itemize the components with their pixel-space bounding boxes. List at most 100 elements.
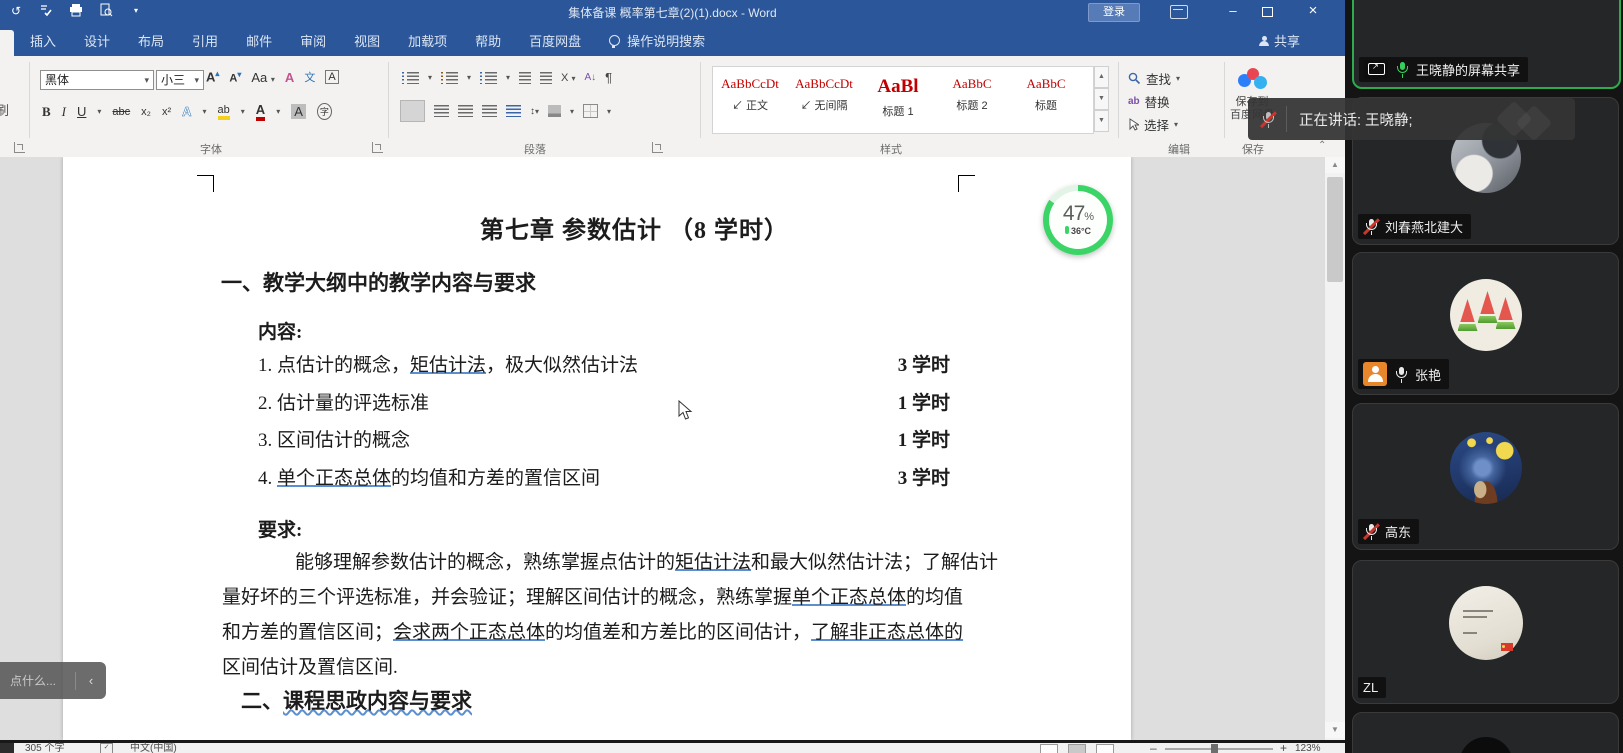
decrease-indent-icon[interactable] xyxy=(519,72,531,84)
word-count[interactable]: 305 个字 xyxy=(25,743,64,753)
borders-button[interactable] xyxy=(583,104,598,118)
numbered-list-icon[interactable] xyxy=(441,72,458,84)
web-layout-icon[interactable] xyxy=(1096,744,1114,753)
scroll-down-icon[interactable]: ▼ xyxy=(1325,722,1345,738)
login-button[interactable]: 登录 xyxy=(1088,3,1140,22)
zoom-slider-thumb[interactable] xyxy=(1211,744,1218,753)
distribute-button[interactable] xyxy=(506,105,521,117)
tab-baidu-pan[interactable]: 百度网盘 xyxy=(529,31,581,50)
grow-font-button[interactable]: A▴ xyxy=(206,69,219,84)
maximize-button[interactable] xyxy=(1252,0,1286,24)
styles-gallery-scroll[interactable]: ▲ ▼ ▼ xyxy=(1094,66,1109,132)
participant-tile-gao[interactable]: 高东 xyxy=(1352,403,1619,550)
tab-addins[interactable]: 加载项 xyxy=(408,31,447,50)
participant-tile-partial[interactable] xyxy=(1352,712,1619,753)
ribbon-display-options-icon[interactable] xyxy=(1170,5,1188,19)
sort-button[interactable]: A↓ xyxy=(584,72,596,83)
participant-tile-wang[interactable]: 王晓静的屏幕共享 xyxy=(1352,0,1621,89)
zoom-percentage[interactable]: 123% xyxy=(1295,743,1321,753)
tell-me-search[interactable]: 操作说明搜索 xyxy=(609,31,705,50)
document-area[interactable]: 第七章 参数估计 （8 学时） 一、教学大纲中的教学内容与要求 内容: 1. 点… xyxy=(0,157,1324,740)
tab-view[interactable]: 视图 xyxy=(354,31,380,50)
chevron-down-icon[interactable]: ▾ xyxy=(97,107,101,116)
participant-tile-zhang[interactable]: 张艳 xyxy=(1352,252,1619,395)
tab-layout[interactable]: 布局 xyxy=(138,31,164,50)
print-layout-icon[interactable] xyxy=(1068,744,1086,753)
asian-layout-button[interactable]: X ▾ xyxy=(561,72,575,84)
styles-down-icon[interactable]: ▼ xyxy=(1094,88,1109,110)
tab-review[interactable]: 审阅 xyxy=(300,31,326,50)
font-dialog-launcher-icon[interactable] xyxy=(372,142,383,153)
style-entry[interactable]: AaBl标题 1 xyxy=(861,67,935,133)
language-status[interactable]: 中文(中国) xyxy=(130,743,177,753)
multilevel-list-icon[interactable] xyxy=(480,72,497,84)
font-name-combo[interactable]: 黑体▾ xyxy=(40,70,154,90)
paragraph-dialog-launcher-icon[interactable] xyxy=(652,142,663,153)
font-size-combo[interactable]: 小三▾ xyxy=(156,70,204,90)
align-center-button[interactable] xyxy=(434,105,449,117)
phonetic-guide-button[interactable]: 文 xyxy=(304,69,315,85)
italic-button[interactable]: I xyxy=(62,104,66,120)
zoom-slider[interactable] xyxy=(1165,748,1273,750)
tab-design[interactable]: 设计 xyxy=(84,31,110,50)
shrink-font-button[interactable]: A▾ xyxy=(229,70,241,85)
format-painter-partial[interactable]: 刷 xyxy=(0,100,9,119)
replace-button[interactable]: ab 替换 xyxy=(1128,92,1170,111)
character-border-button[interactable]: A xyxy=(325,70,338,84)
select-button[interactable]: 选择▾ xyxy=(1128,115,1178,134)
styles-up-icon[interactable]: ▲ xyxy=(1094,66,1109,88)
bold-button[interactable]: B xyxy=(42,104,51,120)
tab-insert[interactable]: 插入 xyxy=(30,31,56,50)
collapse-chat-button[interactable]: ‹ xyxy=(76,673,106,688)
text-effects-button[interactable]: A xyxy=(182,104,191,119)
style-entry[interactable]: AaBbC标题 xyxy=(1009,67,1083,133)
zoom-in-button[interactable]: + xyxy=(1280,743,1287,753)
style-entry[interactable]: AaBbCcDt↙ 无间隔 xyxy=(787,67,861,133)
strikethrough-button[interactable]: abc xyxy=(112,106,130,118)
change-case-button[interactable]: Aa ▾ xyxy=(251,70,275,85)
requirements-line: 量好坏的三个评选标准，并会验证；理解区间估计的概念，熟练掌握单个正态总体的均值 xyxy=(222,580,958,615)
shading-button[interactable] xyxy=(548,105,561,117)
increase-indent-icon[interactable] xyxy=(540,72,552,84)
proofing-status-icon[interactable]: ✓ xyxy=(100,743,113,753)
bullet-list-icon[interactable] xyxy=(402,72,419,84)
minimize-button[interactable]: – xyxy=(1216,0,1250,24)
style-entry[interactable]: AaBbC标题 2 xyxy=(935,67,1009,133)
baidu-pan-icon[interactable] xyxy=(1238,68,1268,92)
clear-formatting-button[interactable]: A xyxy=(285,70,294,85)
subscript-button[interactable]: x₂ xyxy=(141,106,151,118)
tab-help[interactable]: 帮助 xyxy=(475,31,501,50)
tab-home-active-partial[interactable] xyxy=(0,30,14,56)
mic-on-icon xyxy=(1394,61,1410,78)
style-entry[interactable]: AaBbCcDt↙ 正文 xyxy=(713,67,787,133)
scroll-up-icon[interactable]: ▲ xyxy=(1325,157,1345,173)
collapse-ribbon-icon[interactable]: ⌃ xyxy=(1318,140,1326,151)
clipboard-dialog-launcher-icon[interactable] xyxy=(14,142,25,153)
highlight-color-button[interactable]: ab xyxy=(218,104,230,120)
enclose-characters-button[interactable]: 字 xyxy=(317,103,332,120)
close-button[interactable]: × xyxy=(1296,0,1330,24)
justify-button[interactable] xyxy=(482,105,497,117)
tab-references[interactable]: 引用 xyxy=(192,31,218,50)
vertical-scrollbar[interactable]: ▲ ▼ xyxy=(1324,157,1345,740)
superscript-button[interactable]: x² xyxy=(162,106,171,118)
show-marks-button[interactable]: ¶ xyxy=(605,70,612,85)
document-page[interactable]: 第七章 参数估计 （8 学时） 一、教学大纲中的教学内容与要求 内容: 1. 点… xyxy=(63,157,1131,740)
line-spacing-button[interactable]: ↕▾ xyxy=(530,106,539,117)
chat-placeholder[interactable]: 点什么... xyxy=(0,672,75,689)
chat-input-overlay[interactable]: 点什么... ‹ xyxy=(0,662,106,699)
zoom-out-button[interactable]: – xyxy=(1150,743,1157,753)
tab-mailings[interactable]: 邮件 xyxy=(246,31,272,50)
find-button[interactable]: 查找▾ xyxy=(1128,69,1180,88)
underline-button[interactable]: U xyxy=(77,104,86,119)
scrollbar-thumb[interactable] xyxy=(1327,177,1343,282)
status-corner-icon[interactable] xyxy=(0,743,14,753)
participant-tile-zl[interactable]: ZL xyxy=(1352,560,1619,704)
align-left-button[interactable] xyxy=(400,100,425,122)
read-mode-icon[interactable] xyxy=(1040,744,1058,753)
font-color-button[interactable]: A xyxy=(256,102,265,121)
character-shading-button[interactable]: A xyxy=(291,104,306,119)
align-right-button[interactable] xyxy=(458,105,473,117)
share-button[interactable]: 共享 xyxy=(1259,31,1300,50)
styles-more-icon[interactable]: ▼ xyxy=(1094,110,1109,132)
